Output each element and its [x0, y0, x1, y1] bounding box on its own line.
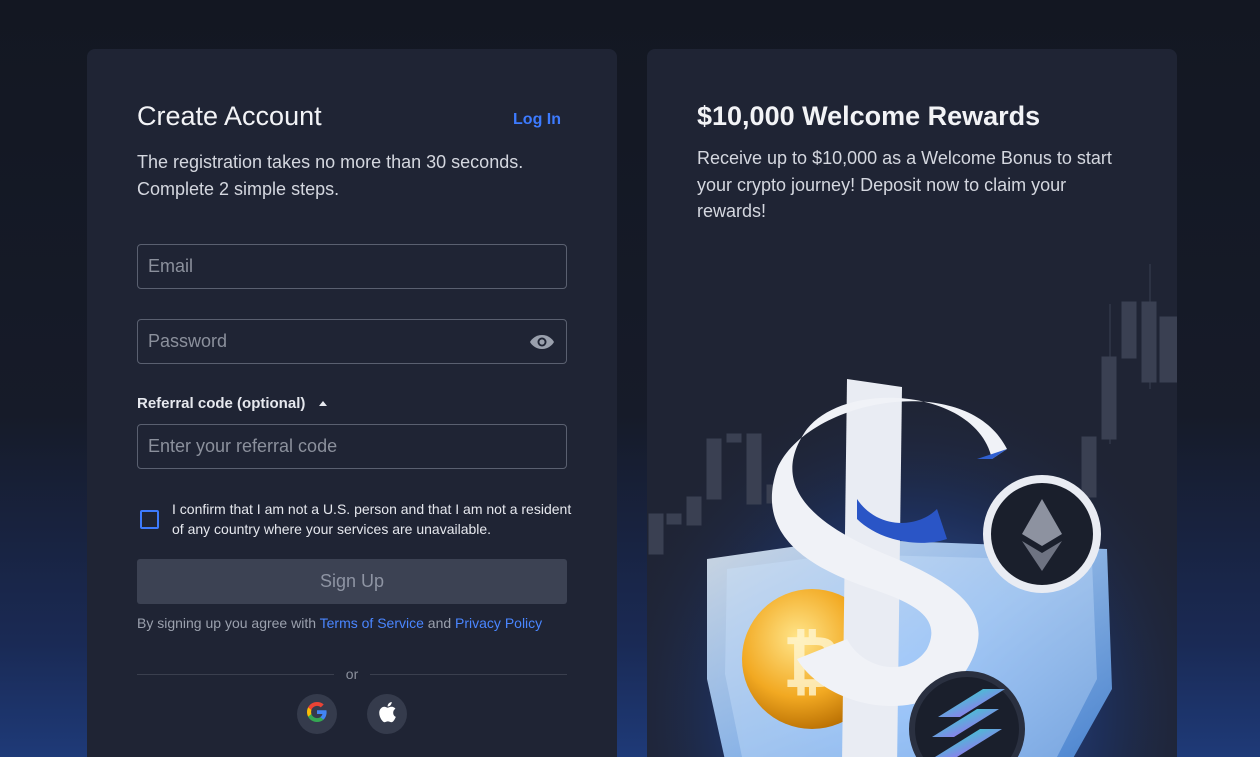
- page-title: Create Account: [137, 101, 322, 131]
- email-field-wrapper: [137, 244, 567, 289]
- terms-text: By signing up you agree with Terms of Se…: [137, 615, 542, 631]
- login-link[interactable]: Log In: [513, 111, 561, 129]
- confirm-checkbox[interactable]: [140, 510, 159, 529]
- confirm-text: I confirm that I am not a U.S. person an…: [172, 501, 572, 537]
- signup-subtitle: The registration takes no more than 30 s…: [137, 152, 524, 199]
- password-field-wrapper: [137, 319, 567, 364]
- terms-prefix: By signing up you agree with: [137, 615, 316, 631]
- divider-or: or: [345, 666, 359, 682]
- rewards-illustration: ₿: [647, 209, 1177, 757]
- terms-of-service-link[interactable]: Terms of Service: [320, 615, 424, 631]
- signup-button[interactable]: Sign Up: [137, 559, 567, 604]
- apple-signin-button[interactable]: [367, 694, 407, 734]
- referral-field-wrapper: [137, 424, 567, 469]
- rewards-title: $10,000 Welcome Rewards: [697, 101, 1041, 131]
- password-input[interactable]: [138, 320, 566, 363]
- terms-and: and: [427, 615, 452, 631]
- apple-icon: [377, 701, 397, 728]
- divider-line: [137, 673, 334, 675]
- signup-card: Create Account Log In The registration t…: [87, 49, 617, 757]
- referral-toggle[interactable]: Referral code (optional): [137, 395, 328, 412]
- referral-input[interactable]: [138, 425, 566, 468]
- google-icon: [306, 701, 328, 728]
- caret-up-icon: [319, 401, 328, 406]
- privacy-policy-link[interactable]: Privacy Policy: [455, 615, 542, 631]
- google-signin-button[interactable]: [297, 694, 337, 734]
- rewards-card: $10,000 Welcome Rewards Receive up to $1…: [647, 49, 1177, 757]
- referral-label: Referral code (optional): [137, 395, 306, 412]
- eye-icon[interactable]: [529, 332, 555, 352]
- or-divider: or: [137, 666, 568, 682]
- email-input[interactable]: [138, 245, 566, 288]
- divider-line: [370, 673, 568, 675]
